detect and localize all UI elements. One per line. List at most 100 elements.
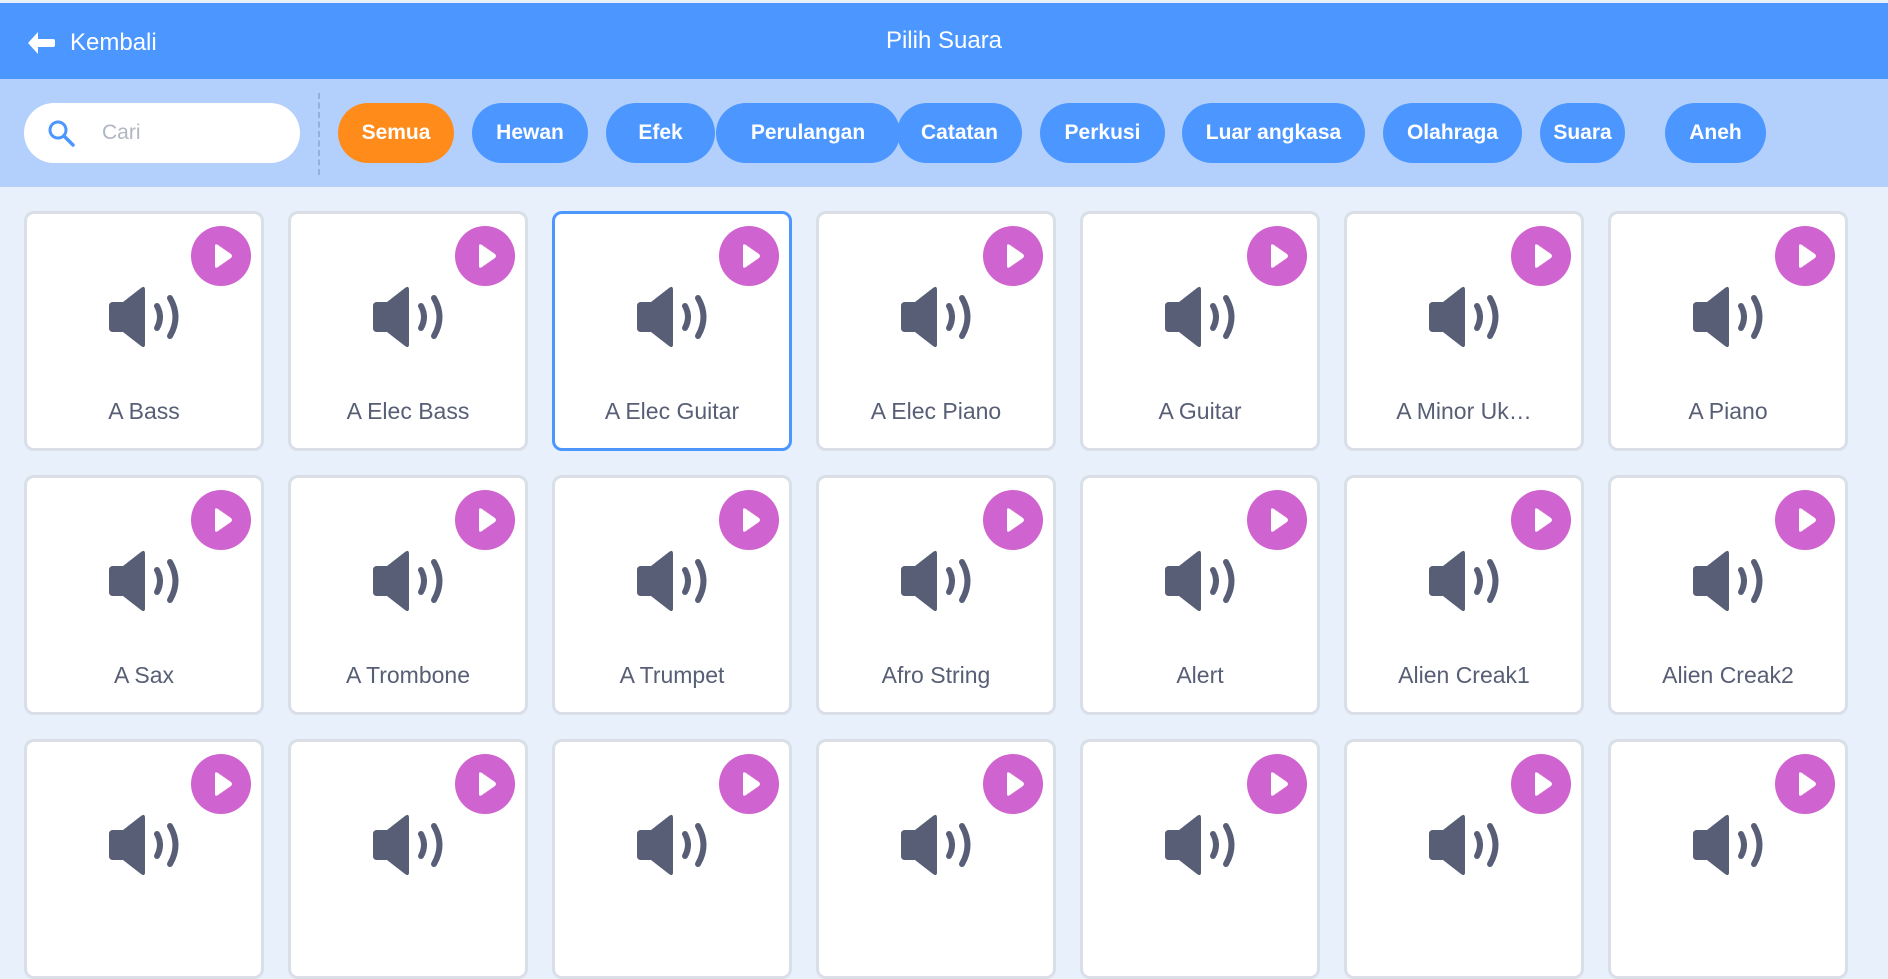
speaker-icon [1429,814,1499,876]
play-button[interactable] [1511,226,1571,286]
sound-card[interactable]: A Trombone [288,475,528,715]
play-button[interactable] [1775,226,1835,286]
play-button[interactable] [1775,754,1835,814]
sound-name: A Elec Guitar [604,398,740,424]
sound-name: Afro String [881,662,991,688]
sound-card[interactable]: A Elec Bass [288,211,528,451]
play-icon [479,772,496,796]
play-icon [1799,244,1816,268]
speaker-icon [373,550,443,612]
play-button[interactable] [191,754,251,814]
sound-card[interactable]: A Minor Uk… [1344,211,1584,451]
play-button[interactable] [191,226,251,286]
sound-name: Alien Creak2 [1662,662,1794,688]
play-button[interactable] [1775,490,1835,550]
speaker-icon [637,550,707,612]
sound-card[interactable]: Afro String [816,475,1056,715]
play-button[interactable] [983,226,1043,286]
divider [318,93,320,175]
play-button[interactable] [191,490,251,550]
sound-name: A Elec Bass [346,398,470,424]
sound-name: A Trumpet [619,662,725,688]
filter-bar: Semua Hewan EfekPerulanganCatatan Perkusi Lu… [0,79,1888,187]
play-icon [1535,508,1552,532]
play-button[interactable] [1247,226,1307,286]
sound-card[interactable]: A Piano [1608,211,1848,451]
sound-card[interactable] [288,739,528,979]
speaker-icon [1165,814,1235,876]
category-perkusi[interactable]: Perkusi [1040,103,1165,163]
speaker-icon [109,550,179,612]
play-icon [1007,508,1024,532]
play-icon [479,244,496,268]
sound-card[interactable]: A Trumpet [552,475,792,715]
play-button[interactable] [983,754,1043,814]
sound-card[interactable] [1080,739,1320,979]
speaker-icon [109,286,179,348]
category-olahraga[interactable]: Olahraga [1383,103,1522,163]
sound-name: A Sax [113,662,175,688]
search-box[interactable] [24,103,300,163]
speaker-icon [1693,550,1763,612]
sound-card[interactable] [552,739,792,979]
sound-card[interactable]: A Guitar [1080,211,1320,451]
sound-card[interactable]: A Bass [24,211,264,451]
play-icon [1271,772,1288,796]
sound-name: A Guitar [1158,398,1242,424]
play-icon [1799,772,1816,796]
sound-card[interactable] [1608,739,1848,979]
sound-name: Alien Creak1 [1398,662,1530,688]
play-button[interactable] [719,754,779,814]
sound-card[interactable]: Alien Creak1 [1344,475,1584,715]
sound-name: A Piano [1688,398,1768,424]
speaker-icon [901,286,971,348]
sound-card[interactable] [24,739,264,979]
category-semua[interactable]: Semua [338,103,454,163]
search-input[interactable] [102,121,282,145]
sound-card[interactable] [1344,739,1584,979]
category-hewan[interactable]: Hewan [472,103,588,163]
category-luar-angkasa[interactable]: Luar angkasa [1182,103,1365,163]
sound-name: A Trombone [345,662,471,688]
sound-card[interactable]: A Elec Guitar [552,211,792,451]
sound-grid: A Bass A Elec Bass A Elec Guitar A Elec Pia… [24,211,1848,979]
speaker-icon [901,550,971,612]
play-icon [743,244,760,268]
speaker-icon [901,814,971,876]
category-efek[interactable]: Efek [606,103,715,163]
sound-card[interactable]: A Sax [24,475,264,715]
speaker-icon [1693,286,1763,348]
category-suara[interactable]: Suara [1540,103,1625,163]
play-button[interactable] [455,490,515,550]
play-icon [479,508,496,532]
play-button[interactable] [1511,490,1571,550]
play-button[interactable] [1247,754,1307,814]
speaker-icon [1693,814,1763,876]
play-icon [215,508,232,532]
sound-name: Alert [1176,662,1224,688]
speaker-icon [1429,550,1499,612]
play-icon [1799,508,1816,532]
play-button[interactable] [983,490,1043,550]
sound-card[interactable] [816,739,1056,979]
sound-card[interactable]: A Elec Piano [816,211,1056,451]
play-button[interactable] [1247,490,1307,550]
play-icon [1535,244,1552,268]
sound-card[interactable]: Alien Creak2 [1608,475,1848,715]
sound-card[interactable]: Alert [1080,475,1320,715]
category-aneh[interactable]: Aneh [1665,103,1766,163]
play-icon [1271,508,1288,532]
play-icon [743,508,760,532]
play-button[interactable] [719,226,779,286]
play-button[interactable] [455,754,515,814]
play-icon [1271,244,1288,268]
sound-name: A Minor Uk… [1396,398,1532,424]
play-button[interactable] [1511,754,1571,814]
sound-name: A Elec Piano [870,398,1002,424]
speaker-icon [373,286,443,348]
play-button[interactable] [455,226,515,286]
play-button[interactable] [719,490,779,550]
play-icon [1535,772,1552,796]
category-perulangan[interactable]: Perulangan [716,103,900,163]
category-catatan[interactable]: Catatan [897,103,1022,163]
